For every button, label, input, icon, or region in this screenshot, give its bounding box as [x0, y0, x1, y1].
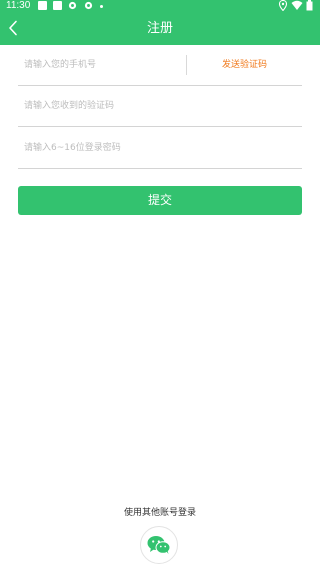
verification-code-input[interactable] [24, 86, 294, 126]
submit-button[interactable]: 提交 [18, 186, 302, 215]
title-bar: 注册 [0, 12, 320, 45]
send-code-button[interactable]: 发送验证码 [187, 45, 302, 85]
status-bar: 11:30 [0, 0, 320, 12]
code-row [18, 86, 302, 127]
phone-row: 发送验证码 [18, 45, 302, 86]
battery-icon [306, 0, 313, 11]
password-row [18, 128, 302, 169]
page-title: 注册 [146, 21, 173, 36]
settings-gear-icon [84, 1, 93, 10]
wechat-login-button[interactable] [140, 526, 178, 564]
status-time: 11:30 [6, 0, 31, 11]
wechat-icon [147, 536, 171, 554]
other-login-label: 使用其他账号登录 [123, 508, 196, 518]
dot-icon [100, 5, 103, 8]
password-input[interactable] [24, 128, 294, 168]
app-header: 11:30 注册 [0, 0, 320, 45]
wifi-icon [291, 0, 303, 10]
settings-gear-icon [68, 1, 77, 10]
register-screen: 11:30 注册 请输入您的手机号 发送验证码 请输入您收到的验证码 提交 使用… [0, 0, 320, 564]
notification-square-icon [53, 1, 62, 10]
phone-input[interactable] [24, 45, 184, 85]
notification-square-icon [38, 1, 47, 10]
location-icon [279, 0, 287, 11]
